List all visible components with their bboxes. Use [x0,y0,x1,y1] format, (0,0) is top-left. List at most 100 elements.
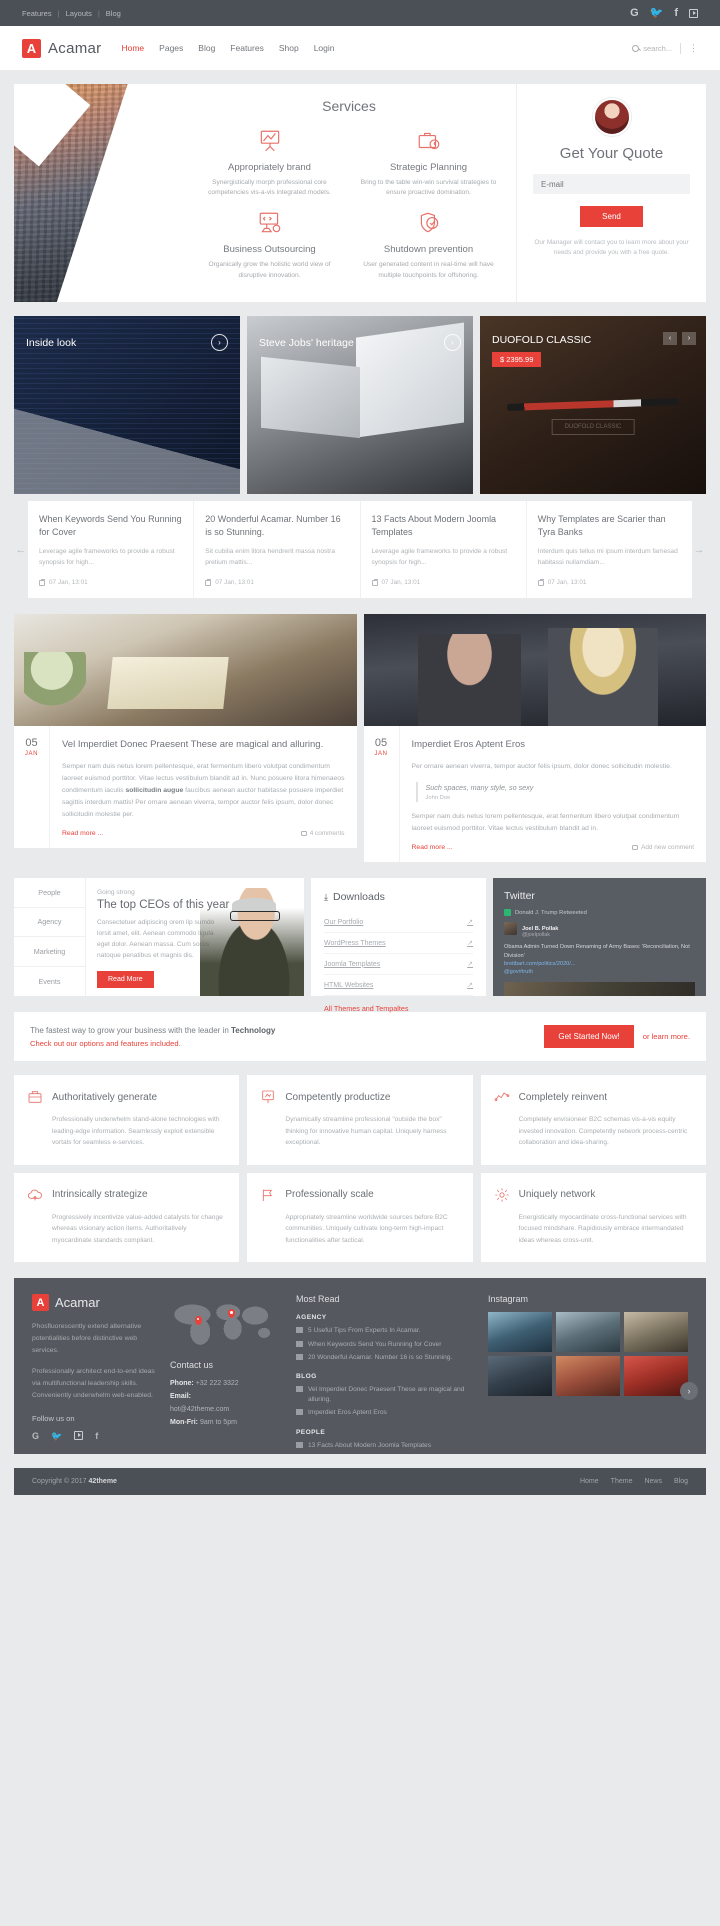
slide-next-icon[interactable]: › [444,334,461,351]
tweet-hashtag-link[interactable]: @gov#truth [504,968,695,976]
footer-link[interactable]: Vel Imperdiet Donec Praesent These are m… [296,1385,474,1405]
news-card[interactable]: When Keywords Send You Running for Cover… [28,501,195,599]
brand-logo[interactable]: A Acamar [22,38,101,58]
copyright-text: Copyright © 2017 [32,1477,89,1485]
tab-people[interactable]: People [14,878,85,908]
carousel-slide-product[interactable]: DUOFOLD CLASSIC ‹ › $ 2395.99 DUOFOLD CL… [480,316,706,494]
email-field[interactable] [533,174,690,194]
download-link-wordpress[interactable]: WordPress Themes ↗ [324,933,473,955]
feature-card[interactable]: Uniquely network Energistically myocardi… [480,1172,706,1263]
carousel-slide[interactable]: Steve Jobs' heritage › [247,316,473,494]
footer-link[interactable]: 13 Facts About Modern Joomla Templates [296,1441,474,1451]
twitter-widget: Twitter Donald J. Trump Retweeted Joel B… [493,878,706,997]
get-started-button[interactable]: Get Started Now! [544,1025,634,1049]
nav-item-pages[interactable]: Pages [159,43,183,53]
topbar-link-layouts[interactable]: Layouts [66,9,92,18]
service-card[interactable]: Business Outsourcing Organically grow th… [194,208,345,280]
read-more-link[interactable]: Read more ... [62,830,103,837]
footer-bottom-link-home[interactable]: Home [580,1478,599,1485]
footer-link-label: 5 Useful Tips From Experts In Acamar. [308,1327,421,1335]
downloads-heading: ⤓ Downloads [324,891,473,903]
slide-next-icon[interactable]: › [211,334,228,351]
tab-agency[interactable]: Agency [14,908,85,938]
feature-card[interactable]: Professionally scale Appropriately strea… [247,1172,473,1263]
nav-item-login[interactable]: Login [314,43,335,53]
news-date-text: 07 Jan, 13:01 [547,579,587,587]
tab-marketing[interactable]: Marketing [14,937,85,967]
tweet-link[interactable]: breitbart.com/politics/2020/... [504,960,695,968]
cta-line-1-text: The fastest way to grow your business wi… [30,1025,231,1035]
instagram-next-icon[interactable]: › [680,1382,698,1401]
feature-card[interactable]: Competently productize Dynamically strea… [247,1075,473,1165]
post-title[interactable]: Imperdiet Eros Aptent Eros [412,738,695,752]
search-box[interactable]: search... [632,44,672,53]
twitter-icon[interactable]: 🐦 [51,1431,62,1442]
instagram-photo[interactable] [488,1312,552,1353]
post-title[interactable]: Vel Imperdiet Donec Praesent These are m… [62,738,345,752]
footer-link[interactable]: 20 Wonderful Acamar. Number 16 is so Stu… [296,1353,474,1363]
instagram-photo[interactable] [556,1312,620,1353]
post-body: Semper nam duis netus lorem pellentesque… [62,761,345,820]
youtube-icon[interactable] [74,1430,84,1440]
hours-value: 9am to 5pm [199,1419,237,1427]
read-more-button[interactable]: Read More [97,970,154,988]
nav-item-shop[interactable]: Shop [279,43,299,53]
feature-card[interactable]: Completely reinvent Completely envisione… [480,1075,706,1165]
add-comment-link[interactable]: Add new comment [632,844,694,851]
news-card[interactable]: Why Templates are Scarier than Tyra Bank… [527,501,692,598]
chevron-right-icon[interactable]: › [682,332,696,345]
post-body-bold: sollicitudin augue [125,787,184,795]
footer-link[interactable]: When Keywords Send You Running for Cover [296,1340,474,1350]
feature-card[interactable]: Intrinsically strategize Progressively i… [14,1172,240,1263]
facebook-icon[interactable]: f [674,7,678,19]
service-card[interactable]: Strategic Planning Bring to the table wi… [353,126,504,198]
news-card[interactable]: 20 Wonderful Acamar. Number 16 is so Stu… [194,501,361,599]
footer-bottom-link-theme[interactable]: Theme [611,1478,633,1485]
service-card[interactable]: Shutdown prevention User generated conte… [353,208,504,280]
email-value[interactable]: hot@42theme.com [170,1406,229,1413]
footer-brand[interactable]: A Acamar [32,1294,156,1312]
comments-count[interactable]: 4 comments [300,829,345,837]
footer-link[interactable]: 5 Useful Tips From Experts In Acamar. [296,1326,474,1336]
topbar-link-features[interactable]: Features [22,9,52,18]
youtube-icon[interactable] [689,8,698,18]
service-text: User generated content in real-time will… [363,261,494,279]
instagram-photo[interactable] [624,1312,688,1353]
twitter-icon[interactable]: 🐦 [650,7,664,19]
google-plus-icon[interactable]: G [630,7,639,19]
comments-label: 4 comments [309,829,345,837]
more-options-icon[interactable]: ⋮ [689,43,698,54]
all-templates-link[interactable]: All Themes and Tempaltes [324,1004,473,1013]
carousel-slide[interactable]: Inside look › [14,316,240,494]
chevron-left-icon[interactable]: ‹ [663,332,677,345]
presentation-icon [260,1089,276,1105]
download-link-joomla[interactable]: Joomla Templates ↗ [324,954,473,976]
download-link-html[interactable]: HTML Websites ↗ [324,975,473,997]
external-link-icon: ↗ [467,940,473,948]
nav-item-features[interactable]: Features [230,43,264,53]
footer-link-label: When Keywords Send You Running for Cover [308,1340,442,1348]
tab-events[interactable]: Events [14,967,85,997]
nav-item-blog[interactable]: Blog [198,43,215,53]
download-link-portfolio[interactable]: Our Portfolio ↗ [324,912,473,934]
instagram-photo[interactable] [624,1356,688,1397]
read-more-link[interactable]: Read more ... [412,844,453,851]
footer-bottom-link-news[interactable]: News [644,1478,662,1485]
download-icon: ⤓ [324,891,328,902]
feature-card[interactable]: Authoritatively generate Professionally … [14,1075,240,1165]
footer-bottom-link-blog[interactable]: Blog [674,1478,688,1485]
news-prev-icon[interactable]: ← [14,501,28,598]
news-next-icon[interactable]: → [692,501,706,598]
footer-link[interactable]: Imperdiet Eros Aptent Eros [296,1408,474,1418]
service-card[interactable]: Appropriately brand Synergistically morp… [194,126,345,198]
article-icon [296,1441,303,1448]
facebook-icon[interactable]: f [95,1431,98,1442]
topbar-link-blog[interactable]: Blog [106,9,121,18]
instagram-photo[interactable] [556,1356,620,1397]
send-button[interactable]: Send [580,206,643,227]
learn-more-link[interactable]: or learn more. [643,1032,690,1041]
news-card[interactable]: 13 Facts About Modern Joomla Templates L… [361,501,527,599]
instagram-photo[interactable] [488,1356,552,1397]
nav-item-home[interactable]: Home [121,43,144,53]
google-plus-icon[interactable]: G [32,1431,39,1442]
